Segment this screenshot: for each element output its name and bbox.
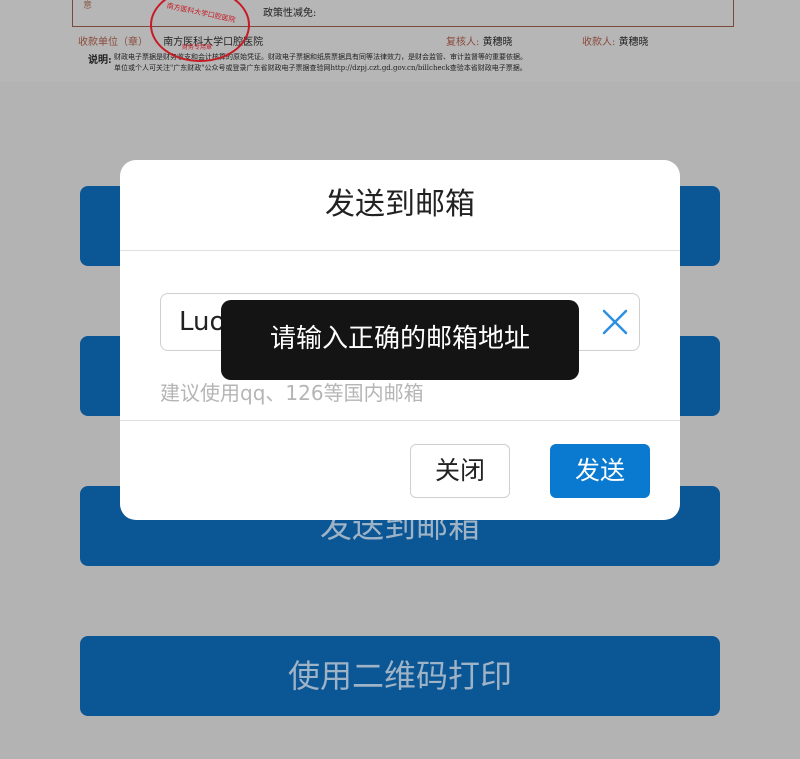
dialog-title: 发送到邮箱 [325, 187, 475, 222]
stamp-text: 南方医科大学口腔医院 [165, 1, 237, 25]
qr-print-button[interactable]: 使用二维码打印 [80, 636, 720, 716]
notes-label: 说明: [88, 55, 112, 66]
stamp-subtext: 财务专用章 [182, 44, 213, 51]
receipt-tick: 意 [83, 1, 93, 11]
reviewer-line: 复核人: 黄穗晓 [446, 33, 513, 48]
error-toast: 请输入正确的邮箱地址 [221, 300, 579, 380]
email-hint: 建议使用qq、126等国内邮箱 [160, 381, 424, 405]
reviewer-value: 黄穗晓 [482, 37, 513, 48]
payee-label: 收款单位（章） [78, 37, 148, 48]
send-button[interactable]: 发送 [550, 444, 650, 498]
receipt-preview: 意 政策性减免: 收款单位（章） 南方医科大学口腔医院 复核人: 黄穗晓 收款人… [0, 0, 800, 82]
dialog-divider-bottom [120, 420, 680, 421]
dialog-divider-top [120, 250, 680, 251]
close-icon[interactable] [599, 306, 631, 338]
collector-line: 收款人: 黄穗晓 [582, 33, 649, 48]
close-button[interactable]: 关闭 [410, 444, 510, 498]
collector-value: 黄穗晓 [618, 37, 649, 48]
notes-line-2: 单位或个人可关注"广东财政"公众号或登录广东省财政电子票据查验网http://d… [114, 64, 527, 72]
policy-label: 政策性减免: [263, 8, 317, 19]
reviewer-label: 复核人: [446, 37, 480, 48]
collector-label: 收款人: [582, 37, 616, 48]
